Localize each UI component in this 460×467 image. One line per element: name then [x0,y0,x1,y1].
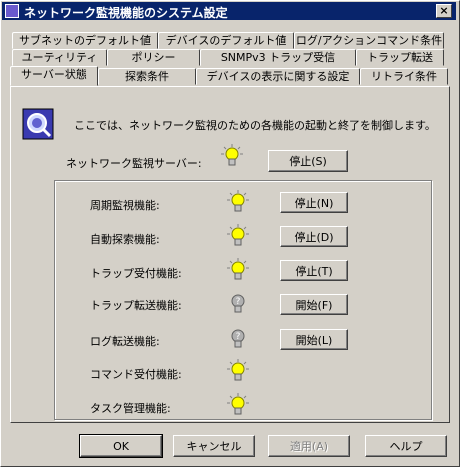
function-label-command-receive: コマンド受付機能: [90,368,182,381]
tab-trap-forward[interactable]: トラップ転送 [356,49,444,66]
auto-discovery-stop-button[interactable]: 停止(D) [280,226,348,247]
bulb-on-icon [227,258,249,280]
tab-snmpv3-trap[interactable]: SNMPv3 トラップ受信 [200,49,356,66]
network-monitor-icon [22,108,54,140]
window-title: ネットワーク監視機能のシステム設定 [24,6,228,20]
cancel-button[interactable]: キャンセル [173,435,255,457]
trap-forward-start-button[interactable]: 開始(F) [280,294,348,315]
bulb-on-icon [227,190,249,212]
apply-button[interactable]: 適用(A) [268,435,350,457]
bulb-on-icon [227,359,249,381]
tab-retry[interactable]: リトライ条件 [360,68,448,85]
trap-receive-stop-button[interactable]: 停止(T) [280,260,348,281]
bulb-off-icon: ? [231,294,245,313]
tab-discovery[interactable]: 探索条件 [98,68,196,85]
tab-log-action-command[interactable]: ログ/アクションコマンド条件 [294,32,444,49]
server-stop-button[interactable]: 停止(S) [268,150,348,172]
tab-utility[interactable]: ユーティリティ [12,49,107,66]
tab-policy[interactable]: ポリシー [107,49,200,66]
info-text: ここでは、ネットワーク監視のための各機能の起動と終了を制御します。 [74,119,436,132]
ok-button[interactable]: OK [79,434,163,458]
function-label-trap-forward: トラップ転送機能: [90,299,182,312]
bulb-on-icon [221,144,243,166]
function-label-auto-discovery: 自動探索機能: [90,233,160,246]
bulb-on-icon [227,393,249,415]
app-icon [5,4,19,18]
function-label-trap-receive: トラップ受付機能: [90,267,182,280]
tab-subnet-defaults[interactable]: サブネットのデフォルト値 [12,32,158,49]
close-button[interactable]: × [436,4,452,18]
function-label-periodic-monitor: 周期監視機能: [90,199,160,212]
title-bar[interactable]: ネットワーク監視機能のシステム設定 × [2,2,456,20]
bulb-off-icon: ? [231,329,245,348]
function-label-log-forward: ログ転送機能: [90,335,160,348]
tab-device-defaults[interactable]: デバイスのデフォルト値 [158,32,294,49]
help-button[interactable]: ヘルプ [365,435,447,457]
log-forward-start-button[interactable]: 開始(L) [280,329,348,350]
server-label: ネットワーク監視サーバー: [66,157,202,170]
tab-device-display[interactable]: デバイスの表示に関する設定 [196,68,360,85]
function-label-task-management: タスク管理機能: [90,402,171,415]
bulb-on-icon [227,224,249,246]
tab-server-status[interactable]: サーバー状態 [10,66,98,86]
periodic-monitor-stop-button[interactable]: 停止(N) [280,192,348,213]
